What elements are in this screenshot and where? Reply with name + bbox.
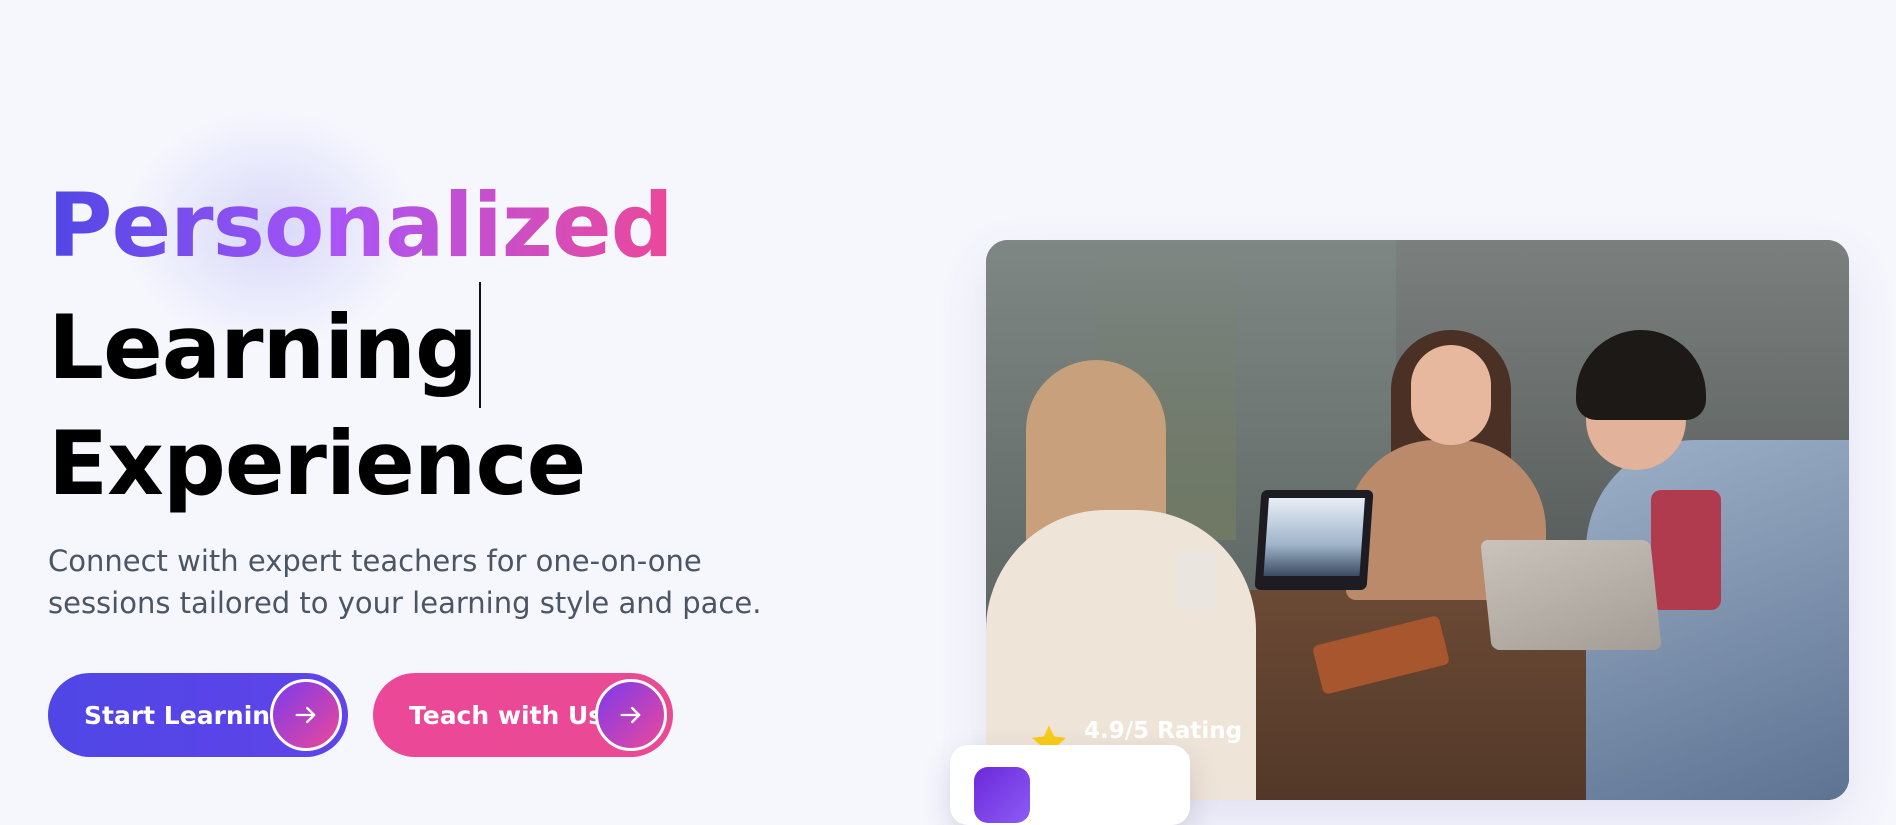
hero-title: Personalized Learning Experience [48, 170, 674, 520]
photo-glass [1176, 550, 1216, 610]
typing-caret [479, 282, 481, 408]
arrow-right-icon [270, 679, 342, 751]
hero-title-highlight: Personalized [48, 170, 674, 282]
hero-subtitle: Connect with expert teachers for one-on-… [48, 540, 808, 624]
teach-with-us-button[interactable]: Teach with Us [373, 673, 673, 757]
start-learning-label: Start Learning [84, 700, 288, 730]
photo-person-center-face [1411, 345, 1491, 445]
hero-subtitle-line-1: Connect with expert teachers for one-on-… [48, 544, 702, 578]
stat-icon [974, 767, 1030, 823]
photo-laptop-screen [1263, 498, 1365, 576]
teach-with-us-label: Teach with Us [409, 700, 604, 730]
arrow-right-icon [595, 679, 667, 751]
hero-subtitle-line-2: sessions tailored to your learning style… [48, 586, 762, 620]
floating-stat-card [950, 745, 1190, 825]
start-learning-button[interactable]: Start Learning [48, 673, 348, 757]
hero-title-line-3: Experience [48, 412, 586, 515]
hero-title-line-2: Learning [48, 282, 673, 408]
hero-title-word: Learning [48, 296, 478, 399]
photo-laptop-dark [1254, 490, 1374, 590]
photo-laptop-silver [1480, 540, 1662, 650]
photo-person-right-shirt [1651, 490, 1721, 610]
rating-value: 4.9/5 Rating [1084, 718, 1243, 744]
